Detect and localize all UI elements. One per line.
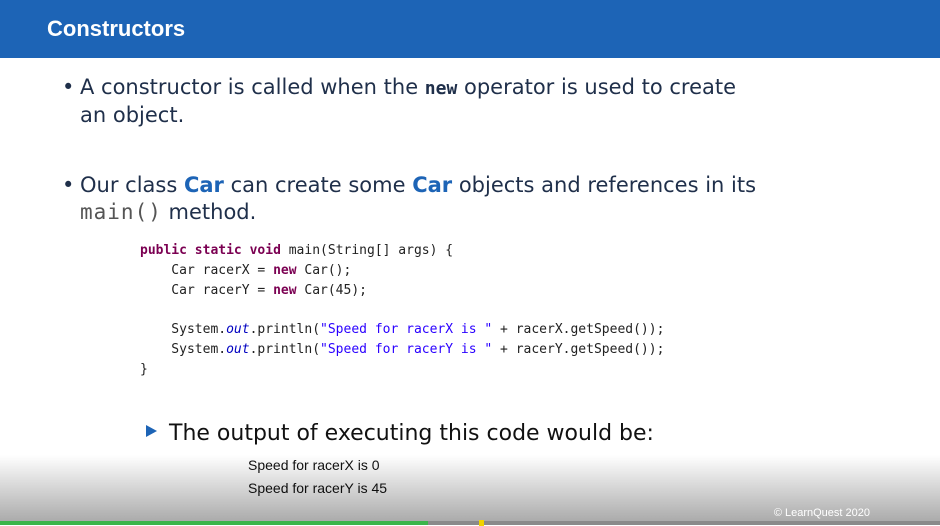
bullet-dot: •: [62, 173, 75, 197]
code-line: }: [140, 361, 148, 377]
triangle-bullet-icon: [146, 425, 157, 437]
bullet1-text-post: operator is used to create: [457, 75, 737, 99]
bullet2-text-2: can create some: [223, 173, 413, 197]
output-intro: The output of executing this code would …: [146, 421, 654, 446]
output-intro-text: The output of executing this code would …: [169, 421, 654, 446]
code-line: Car racerX = new Car();: [140, 262, 352, 278]
bullet1-text-pre: A constructor is called when the: [80, 75, 425, 99]
code-line: System.out.println("Speed for racerX is …: [140, 322, 665, 338]
video-progress-fill: [0, 521, 428, 525]
car-class-name: Car: [412, 173, 453, 197]
output-line-1: Speed for racerX is 0: [248, 457, 380, 473]
bullet2-text-3: objects and references in its: [452, 173, 757, 197]
bullet2-text-1: Our class: [80, 173, 184, 197]
car-class-name: Car: [183, 173, 224, 197]
progress-marker[interactable]: [479, 520, 485, 526]
code-line: public static void main(String[] args) {: [140, 243, 454, 258]
slide-header: Constructors: [0, 0, 940, 58]
bullet-dot: •: [62, 75, 75, 99]
code-line: Car racerY = new Car(45);: [140, 282, 367, 298]
slide-title: Constructors: [47, 16, 186, 41]
bullet2-line2: main() method.: [62, 199, 882, 226]
bullet1-line2: an object.: [80, 103, 185, 127]
copyright-text: © LearnQuest 2020: [773, 507, 870, 519]
output-line-2: Speed for racerY is 45: [248, 480, 388, 496]
code-snippet: public static void main(String[] args) {…: [140, 241, 664, 380]
code-line: System.out.println("Speed for racerY is …: [140, 341, 665, 357]
video-progress-bar[interactable]: [0, 520, 940, 526]
bullet-car-class: • Our class Car can create some Car objec…: [62, 172, 882, 226]
bullet2-text-4: method.: [161, 200, 257, 224]
new-keyword: new: [424, 78, 458, 99]
main-method-code: main(): [80, 200, 162, 224]
bullet-constructor: • A constructor is called when the new op…: [62, 74, 862, 129]
